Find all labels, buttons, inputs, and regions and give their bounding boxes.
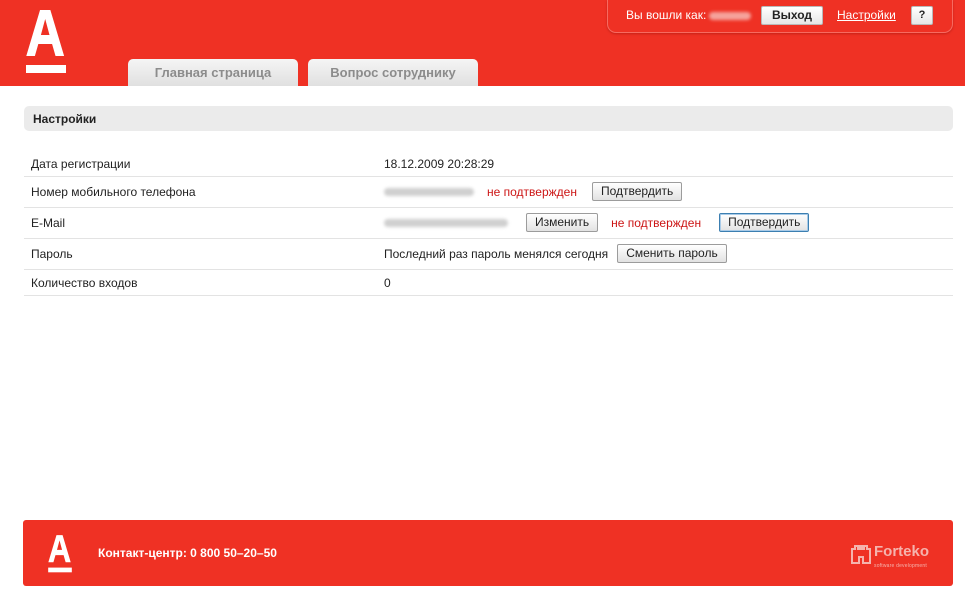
logged-in-label: Вы вошли как: (626, 8, 752, 22)
contact-center: Контакт-центр: 0 800 50–20–50 (98, 546, 277, 560)
tab-ask-employee[interactable]: Вопрос сотруднику (308, 59, 478, 86)
confirm-phone-button[interactable]: Подтвердить (591, 182, 683, 201)
settings-row-mobile-phone: Номер мобильного телефона не подтвержден… (24, 177, 953, 208)
user-bar: Вы вошли как: Выход Настройки ? (607, 0, 953, 33)
section-title: Настройки (33, 112, 97, 126)
change-password-button[interactable]: Сменить пароль (617, 244, 727, 263)
username-redacted (709, 11, 752, 20)
settings-row-registration-date: Дата регистрации 18.12.2009 20:28:29 (24, 150, 953, 177)
alfa-logo-footer (47, 535, 73, 576)
email-status: не подтвержден (611, 215, 702, 230)
row-label: Номер мобильного телефона (31, 185, 196, 199)
registration-date-value: 18.12.2009 20:28:29 (384, 157, 495, 171)
forteko-tower-icon (851, 545, 871, 564)
forteko-logo[interactable]: Forteko software development (851, 544, 929, 574)
settings-row-email: E-Mail Изменить не подтвержден Подтверди… (24, 208, 953, 239)
header: Вы вошли как: Выход Настройки ? Главная … (0, 0, 965, 86)
section-header: Настройки (24, 106, 953, 131)
help-button[interactable]: ? (911, 6, 933, 25)
row-label: Пароль (31, 247, 73, 261)
email-value-group: Изменить не подтвержден Подтвердить (384, 213, 810, 232)
confirm-email-button[interactable]: Подтвердить (719, 213, 810, 232)
forteko-brand: Forteko (874, 543, 930, 560)
settings-table: Дата регистрации 18.12.2009 20:28:29 Ном… (24, 150, 953, 296)
phone-value-group: не подтвержден Подтвердить (384, 182, 683, 201)
password-value-group: Последний раз пароль менялся сегодня Сме… (384, 244, 727, 263)
email-redacted (384, 218, 508, 227)
settings-row-login-count: Количество входов 0 (24, 270, 953, 296)
row-label: Дата регистрации (31, 157, 131, 171)
tab-main-page[interactable]: Главная страница (128, 59, 298, 86)
alfa-logo[interactable] (24, 10, 68, 74)
password-changed-text: Последний раз пароль менялся сегодня (384, 246, 609, 261)
settings-link[interactable]: Настройки (837, 8, 896, 22)
change-email-button[interactable]: Изменить (526, 213, 599, 232)
row-label: E-Mail (31, 216, 66, 230)
forteko-subtitle: software development (874, 563, 927, 569)
footer: Контакт-центр: 0 800 50–20–50 Forteko sof… (23, 520, 953, 586)
logout-button[interactable]: Выход (761, 6, 823, 25)
phone-number-redacted (384, 187, 474, 196)
login-count-value: 0 (384, 276, 391, 290)
settings-row-password: Пароль Последний раз пароль менялся сего… (24, 239, 953, 270)
phone-status: не подтвержден (487, 184, 577, 199)
row-label: Количество входов (31, 276, 138, 290)
